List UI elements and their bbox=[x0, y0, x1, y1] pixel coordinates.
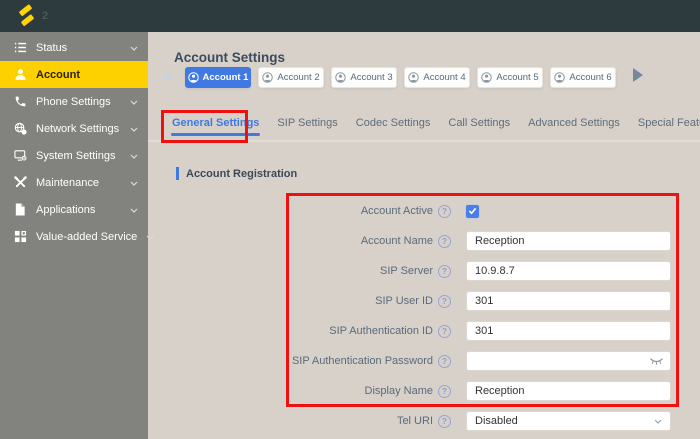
account-tab-1[interactable]: Account 1 bbox=[185, 67, 251, 88]
sip-user-id-label: SIP User ID bbox=[148, 295, 433, 307]
section-title: Account Registration bbox=[186, 168, 297, 180]
account-circle-person-icon bbox=[335, 72, 346, 83]
help-icon[interactable]: ? bbox=[438, 355, 451, 368]
sidebar: Status Account Phone Settings bbox=[0, 32, 148, 439]
sidebar-item-label: Value-added Service bbox=[36, 231, 137, 243]
account-tab-2[interactable]: Account 2 bbox=[258, 67, 324, 88]
sidebar-item-status[interactable]: Status bbox=[0, 34, 148, 61]
sip-server-input[interactable] bbox=[466, 261, 671, 281]
account-circle-person-icon bbox=[188, 72, 199, 83]
tel-uri-selected-value: Disabled bbox=[475, 415, 518, 427]
account-active-checkbox[interactable] bbox=[466, 205, 479, 218]
app-window: 2 Status Account bbox=[0, 0, 700, 439]
sip-server-label: SIP Server bbox=[148, 265, 433, 277]
sidebar-item-account[interactable]: Account bbox=[0, 61, 148, 88]
logo-badge: 2 bbox=[42, 10, 48, 22]
phone-icon bbox=[13, 95, 27, 109]
form-row-sip-user-id: SIP User ID ? bbox=[148, 286, 700, 316]
brand-logo-icon bbox=[15, 4, 38, 27]
account-tab-6[interactable]: Account 6 bbox=[550, 67, 616, 88]
chevron-down-icon bbox=[654, 419, 662, 424]
status-list-icon bbox=[13, 41, 27, 55]
account-circle-person-icon bbox=[262, 72, 273, 83]
help-icon[interactable]: ? bbox=[438, 385, 451, 398]
tab-special-features[interactable]: Special Features bbox=[629, 115, 700, 131]
tab-call-settings[interactable]: Call Settings bbox=[439, 115, 519, 131]
help-icon[interactable]: ? bbox=[438, 265, 451, 278]
chevron-down-icon bbox=[130, 96, 138, 108]
display-name-input[interactable] bbox=[466, 381, 671, 401]
tab-sip-settings[interactable]: SIP Settings bbox=[268, 115, 346, 131]
display-name-label: Display Name bbox=[148, 385, 433, 397]
form-row-sip-server: SIP Server ? bbox=[148, 256, 700, 286]
account-tab-5[interactable]: Account 5 bbox=[477, 67, 543, 88]
account-tab-4[interactable]: Account 4 bbox=[404, 67, 470, 88]
sidebar-item-system-settings[interactable]: System Settings bbox=[0, 142, 148, 169]
tab-advanced-settings[interactable]: Advanced Settings bbox=[519, 115, 629, 131]
network-globe-gear-icon bbox=[13, 122, 27, 136]
tab-general-settings[interactable]: General Settings bbox=[163, 115, 268, 131]
tab-codec-settings[interactable]: Codec Settings bbox=[347, 115, 440, 131]
system-monitor-gear-icon bbox=[13, 149, 27, 163]
settings-tab-strip: General Settings SIP Settings Codec Sett… bbox=[163, 115, 700, 131]
help-icon[interactable]: ? bbox=[438, 295, 451, 308]
account-person-icon bbox=[13, 68, 27, 82]
help-icon[interactable]: ? bbox=[438, 325, 451, 338]
sip-authentication-password-label: SIP Authentication Password bbox=[148, 355, 433, 367]
sip-user-id-input[interactable] bbox=[466, 291, 671, 311]
form-row-sip-authentication-password: SIP Authentication Password ? bbox=[148, 346, 700, 376]
account-name-input[interactable] bbox=[466, 231, 671, 251]
account-registration-form: Account Active ? Account Name ? SIP Serv… bbox=[148, 196, 700, 436]
password-visibility-eye-icon[interactable] bbox=[649, 357, 664, 366]
form-row-account-name: Account Name ? bbox=[148, 226, 700, 256]
chevron-down-icon bbox=[130, 123, 138, 135]
sidebar-item-label: Status bbox=[36, 42, 67, 54]
form-row-account-active: Account Active ? bbox=[148, 196, 700, 226]
sidebar-item-label: Maintenance bbox=[36, 177, 99, 189]
maintenance-tools-icon bbox=[13, 176, 27, 190]
account-circle-person-icon bbox=[408, 72, 419, 83]
help-icon[interactable]: ? bbox=[438, 415, 451, 428]
sidebar-item-applications[interactable]: Applications bbox=[0, 196, 148, 223]
sip-authentication-id-label: SIP Authentication ID bbox=[148, 325, 433, 337]
brand-logo[interactable]: 2 bbox=[15, 4, 48, 27]
chevron-down-icon bbox=[130, 177, 138, 189]
sip-authentication-id-input[interactable] bbox=[466, 321, 671, 341]
tab-divider bbox=[148, 140, 700, 142]
sip-authentication-password-input[interactable] bbox=[466, 351, 671, 371]
form-row-display-name: Display Name ? bbox=[148, 376, 700, 406]
section-accent-bar bbox=[176, 167, 179, 180]
chevron-down-icon bbox=[130, 204, 138, 216]
form-row-tel-uri: Tel URI ? Disabled bbox=[148, 406, 700, 436]
topbar: 2 bbox=[0, 0, 700, 32]
tel-uri-label: Tel URI bbox=[148, 415, 433, 427]
value-added-grid-icon bbox=[13, 230, 27, 244]
next-accounts-arrow-icon[interactable] bbox=[633, 68, 643, 82]
applications-file-icon bbox=[13, 203, 27, 217]
page-title: Account Settings bbox=[174, 50, 285, 65]
sidebar-item-label: Account bbox=[36, 69, 80, 81]
sidebar-item-maintenance[interactable]: Maintenance bbox=[0, 169, 148, 196]
sidebar-item-label: Phone Settings bbox=[36, 96, 111, 108]
help-icon[interactable]: ? bbox=[438, 205, 451, 218]
chevron-down-icon bbox=[130, 42, 138, 54]
sidebar-item-network-settings[interactable]: Network Settings bbox=[0, 115, 148, 142]
sidebar-item-value-added-service[interactable]: Value-added Service bbox=[0, 223, 148, 250]
account-circle-person-icon bbox=[554, 72, 565, 83]
account-name-label: Account Name bbox=[148, 235, 433, 247]
account-circle-person-icon bbox=[481, 72, 492, 83]
sidebar-item-label: Network Settings bbox=[36, 123, 119, 135]
section-header: Account Registration bbox=[176, 167, 297, 180]
account-tab-strip: Account 1 Account 2 Account 3 Account 4 … bbox=[185, 67, 616, 88]
form-row-sip-authentication-id: SIP Authentication ID ? bbox=[148, 316, 700, 346]
sidebar-item-label: Applications bbox=[36, 204, 95, 216]
account-active-label: Account Active bbox=[148, 205, 433, 217]
tel-uri-select[interactable]: Disabled bbox=[466, 411, 671, 431]
help-icon[interactable]: ? bbox=[438, 235, 451, 248]
sidebar-item-label: System Settings bbox=[36, 150, 115, 162]
chevron-down-icon bbox=[130, 150, 138, 162]
sidebar-item-phone-settings[interactable]: Phone Settings bbox=[0, 88, 148, 115]
account-tab-3[interactable]: Account 3 bbox=[331, 67, 397, 88]
prev-accounts-arrow-icon[interactable] bbox=[163, 71, 172, 83]
